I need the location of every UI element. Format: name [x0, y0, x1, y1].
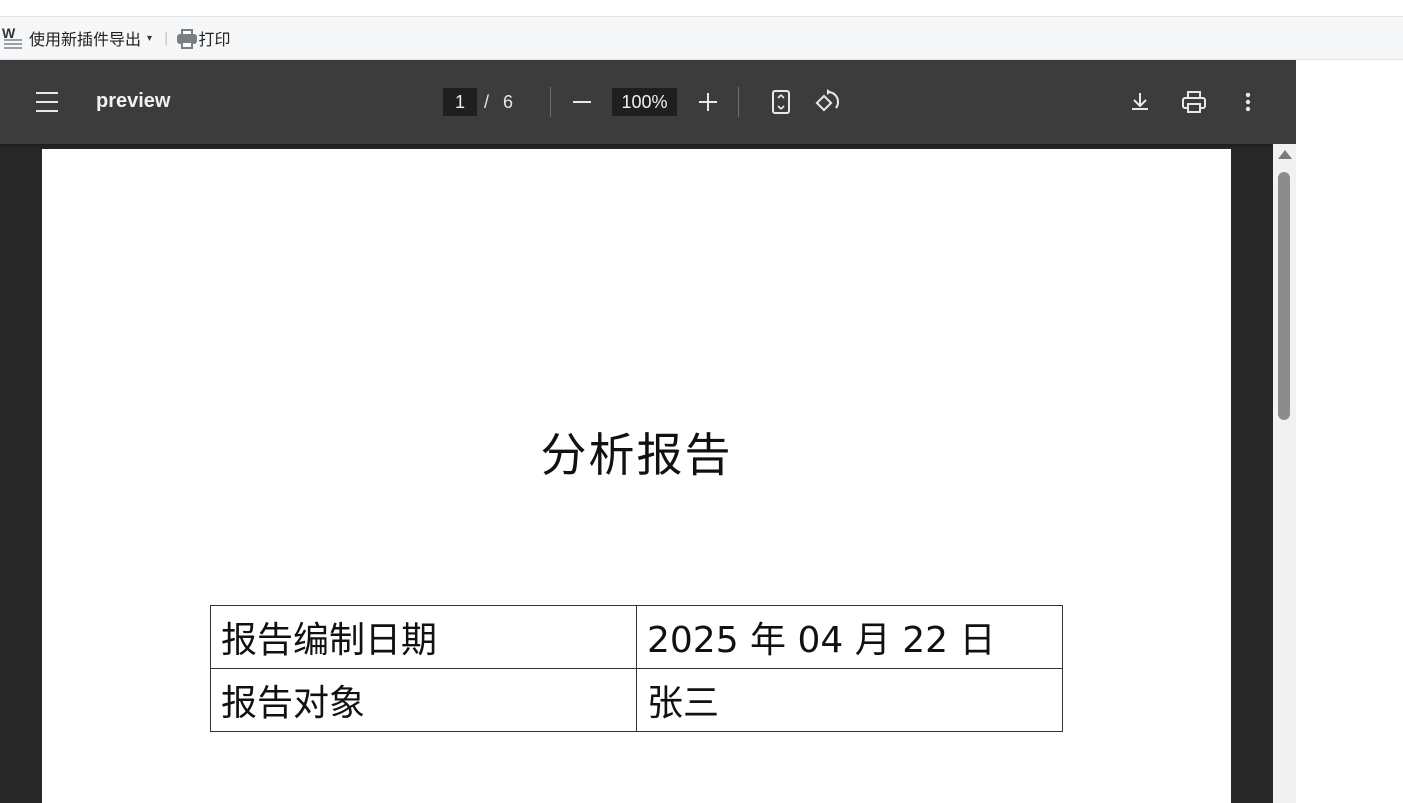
- print-link[interactable]: 打印: [174, 17, 230, 59]
- print-label: 打印: [198, 30, 231, 49]
- toolbar-divider: [550, 87, 551, 117]
- table-row: 报告编制日期 2025 年 04 月 22 日: [210, 605, 1063, 669]
- more-options-icon[interactable]: [1233, 87, 1263, 117]
- pdf-page: 分析报告 报告编制日期 2025 年 04 月 22 日 报告对象 张三: [42, 149, 1231, 803]
- zoom-in-icon[interactable]: [694, 88, 722, 116]
- document-name: preview: [96, 90, 171, 112]
- report-info-table: 报告编制日期 2025 年 04 月 22 日 报告对象 张三: [210, 605, 1063, 732]
- table-row: 报告对象 张三: [210, 668, 1063, 732]
- document-title: 分析报告: [540, 428, 733, 482]
- chevron-down-icon[interactable]: ▾: [147, 33, 152, 44]
- table-cell-value: 张三: [636, 668, 1063, 732]
- page-count: 6: [503, 92, 514, 112]
- menu-icon[interactable]: [35, 92, 59, 112]
- fit-page-icon[interactable]: [766, 87, 796, 117]
- export-button[interactable]: W 使用新插件导出 ▾: [0, 17, 152, 59]
- zoom-out-icon[interactable]: [568, 88, 596, 116]
- right-blank-area: [1296, 60, 1403, 803]
- browser-toolbar: W 使用新插件导出 ▾ | 打印: [0, 17, 1403, 60]
- table-cell-label: 报告编制日期: [210, 605, 637, 669]
- rotate-icon[interactable]: [813, 87, 843, 117]
- page-separator: /: [484, 92, 490, 112]
- toolbar-separator: |: [164, 30, 169, 46]
- scroll-up-icon[interactable]: [1278, 150, 1292, 159]
- top-strip: [0, 0, 1403, 17]
- download-icon[interactable]: [1125, 87, 1155, 117]
- scroll-thumb[interactable]: [1278, 172, 1290, 420]
- export-label: 使用新插件导出: [29, 30, 142, 49]
- zoom-level-input[interactable]: 100%: [612, 88, 677, 116]
- viewer-toolbar: preview 1 / 6 100%: [0, 60, 1296, 144]
- print-icon[interactable]: [1179, 87, 1209, 117]
- pdf-viewer: preview 1 / 6 100% 分析报告 报告编制日期 2025 年 04…: [0, 60, 1296, 803]
- toolbar-divider: [738, 87, 739, 117]
- word-doc-icon: W: [2, 25, 24, 49]
- printer-icon: [176, 27, 198, 49]
- vertical-scrollbar[interactable]: [1273, 144, 1296, 803]
- page-number-input[interactable]: 1: [443, 88, 477, 116]
- table-cell-label: 报告对象: [210, 668, 637, 732]
- table-cell-value: 2025 年 04 月 22 日: [636, 605, 1063, 669]
